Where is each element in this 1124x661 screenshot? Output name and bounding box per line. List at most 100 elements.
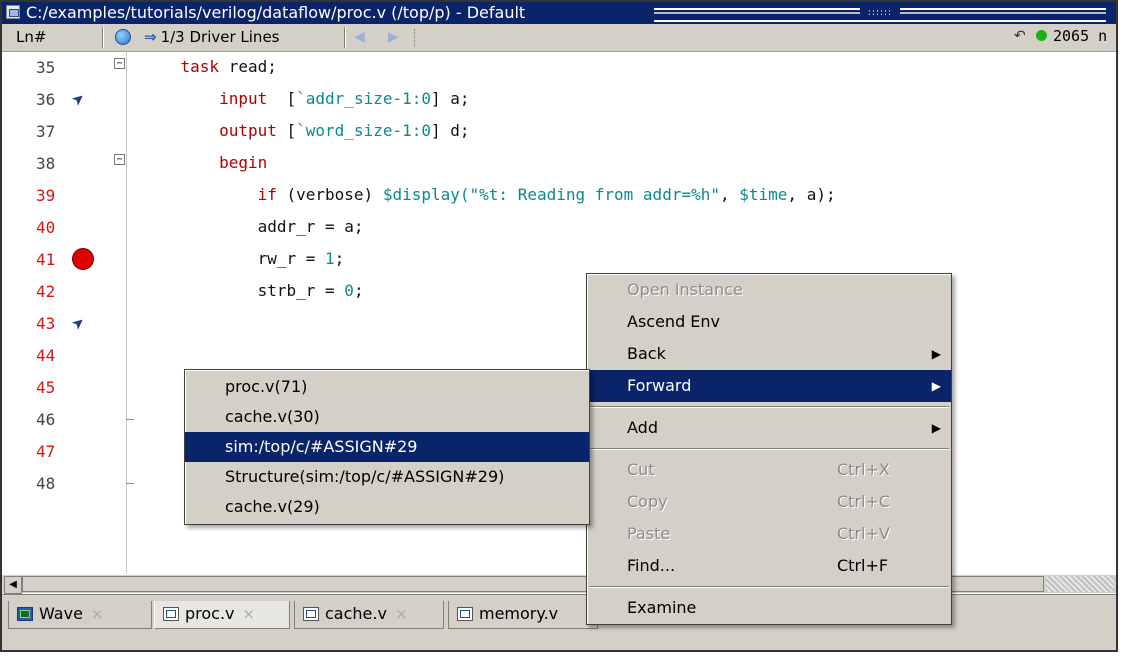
fold-toggle-icon[interactable]: − — [114, 58, 125, 69]
code-text[interactable]: task read; — [142, 57, 277, 76]
menu-separator — [589, 448, 949, 450]
menu-item-find[interactable]: Find... Ctrl+F — [587, 550, 951, 582]
code-line[interactable]: 39 if (verbose) $display("%t: Reading fr… — [2, 180, 1116, 212]
previous-driver-icon[interactable]: ◀ — [354, 29, 365, 45]
menu-item-label: Add — [627, 418, 658, 437]
line-number: 47 — [36, 442, 56, 461]
code-line[interactable]: 36 ➤ input [`addr_size-1:0] a; — [2, 84, 1116, 116]
driver-lines-label: 1/3 Driver Lines — [160, 28, 280, 46]
code-token: 0 — [344, 281, 354, 300]
line-number: 42 — [36, 282, 56, 301]
menu-separator — [589, 586, 949, 588]
source-file-icon — [303, 607, 319, 621]
toolbar-separator — [414, 29, 415, 47]
code-text[interactable]: output [`word_size-1:0] d; — [142, 121, 470, 140]
code-token: 1 — [325, 249, 335, 268]
menu-shortcut: Ctrl+F — [837, 556, 889, 575]
tab-label: Wave — [39, 604, 83, 623]
toolbar-separator — [102, 27, 104, 48]
tab-proc-v[interactable]: proc.v × — [154, 601, 290, 629]
code-token: , a); — [787, 185, 836, 204]
forward-item[interactable]: sim:/top/c/#ASSIGN#29 — [185, 432, 589, 462]
line-number: 43 — [36, 314, 56, 333]
close-icon[interactable]: × — [91, 605, 104, 623]
code-token: , — [719, 185, 740, 204]
code-token: ] d; — [430, 121, 470, 140]
tab-wave[interactable]: Wave × — [8, 601, 152, 629]
code-text[interactable]: begin — [142, 153, 267, 172]
tab-label: memory.v — [479, 604, 559, 623]
code-line[interactable]: 41 rw_r = 1; — [2, 244, 1116, 276]
source-file-icon — [163, 607, 179, 621]
forward-item[interactable]: Structure(sim:/top/c/#ASSIGN#29) — [185, 462, 589, 492]
return-to-now-icon[interactable]: ↶ — [1014, 28, 1032, 46]
code-token: `addr_size-1:0 — [296, 89, 431, 108]
menu-separator — [589, 406, 949, 408]
menu-item-examine[interactable]: Examine — [587, 592, 951, 624]
code-token: read; — [228, 57, 277, 76]
menu-item-cut[interactable]: Cut Ctrl+X — [587, 454, 951, 486]
fold-end-tick — [126, 419, 134, 420]
code-token: "%t: Reading from addr=%h" — [469, 185, 720, 204]
menu-item-ascend-env[interactable]: Ascend Env — [587, 306, 951, 338]
code-token: [ — [276, 121, 297, 140]
code-token: input — [142, 89, 268, 108]
code-line[interactable]: 37 output [`word_size-1:0] d; — [2, 116, 1116, 148]
code-token: rw_r = — [142, 249, 326, 268]
submenu-arrow-icon: ▶ — [931, 421, 941, 435]
tab-cache-v[interactable]: cache.v × — [294, 601, 444, 629]
status-dot-icon — [1036, 30, 1047, 41]
scrollbar-track[interactable] — [1046, 576, 1114, 592]
breakpoint-icon[interactable] — [72, 248, 94, 270]
fold-toggle-icon[interactable]: − — [114, 154, 125, 165]
line-number: 41 — [36, 250, 56, 269]
menu-shortcut: Ctrl+C — [837, 492, 891, 511]
menu-item-add[interactable]: Add ▶ — [587, 412, 951, 444]
close-icon[interactable]: × — [243, 605, 256, 623]
code-line[interactable]: 40 addr_r = a; — [2, 212, 1116, 244]
code-line[interactable]: 38 − begin — [2, 148, 1116, 180]
menu-item-forward[interactable]: Forward ▶ — [587, 370, 951, 402]
code-token: output — [142, 121, 277, 140]
source-file-icon — [457, 607, 473, 621]
menu-item-label: Open Instance — [627, 280, 743, 299]
tab-label: cache.v — [325, 604, 387, 623]
close-icon[interactable]: × — [395, 605, 408, 623]
code-text[interactable]: if (verbose) $display("%t: Reading from … — [142, 185, 836, 204]
menu-item-label: Ascend Env — [627, 312, 721, 331]
forward-item[interactable]: proc.v(71) — [185, 372, 589, 402]
forward-submenu: proc.v(71) cache.v(30) sim:/top/c/#ASSIGN#… — [184, 369, 590, 525]
code-text[interactable]: strb_r = 0; — [142, 281, 364, 300]
scroll-left-icon[interactable]: ◀ — [4, 576, 22, 594]
code-text[interactable]: rw_r = 1; — [142, 249, 345, 268]
sim-time: 2065 n — [1036, 27, 1107, 45]
menu-item-back[interactable]: Back ▶ — [587, 338, 951, 370]
menu-item-copy[interactable]: Copy Ctrl+C — [587, 486, 951, 518]
line-number: 40 — [36, 218, 56, 237]
line-number: 38 — [36, 154, 56, 173]
driver-lines-button[interactable]: ⇒ 1/3 Driver Lines — [144, 28, 280, 46]
fold-end-tick — [126, 483, 134, 484]
code-text[interactable]: input [`addr_size-1:0] a; — [142, 89, 470, 108]
sim-time-value: 2065 n — [1053, 27, 1108, 45]
next-driver-icon[interactable]: ▶ — [388, 29, 399, 45]
forward-item[interactable]: cache.v(29) — [185, 492, 589, 522]
forward-item[interactable]: cache.v(30) — [185, 402, 589, 432]
tab-memory-v[interactable]: memory.v — [448, 601, 598, 629]
menu-item-open-instance[interactable]: Open Instance — [587, 274, 951, 306]
code-token: ] a; — [431, 89, 470, 108]
menu-item-label: Back — [627, 344, 666, 363]
line-number: 37 — [36, 122, 56, 141]
title-grip-icon[interactable]: :::::: — [860, 6, 900, 20]
line-number: 36 — [36, 90, 56, 109]
menu-item-label: Paste — [627, 524, 671, 543]
code-text[interactable]: addr_r = a; — [142, 217, 364, 236]
refresh-icon[interactable] — [112, 27, 134, 47]
code-token: if — [142, 185, 277, 204]
title-bar[interactable]: C:/examples/tutorials/verilog/dataflow/p… — [2, 2, 1116, 24]
menu-item-paste[interactable]: Paste Ctrl+V — [587, 518, 951, 550]
code-line[interactable]: 35 − task read; — [2, 52, 1116, 84]
menu-item-label: Find... — [627, 556, 676, 575]
window-icon — [6, 5, 20, 19]
toolbar-separator — [344, 27, 346, 48]
